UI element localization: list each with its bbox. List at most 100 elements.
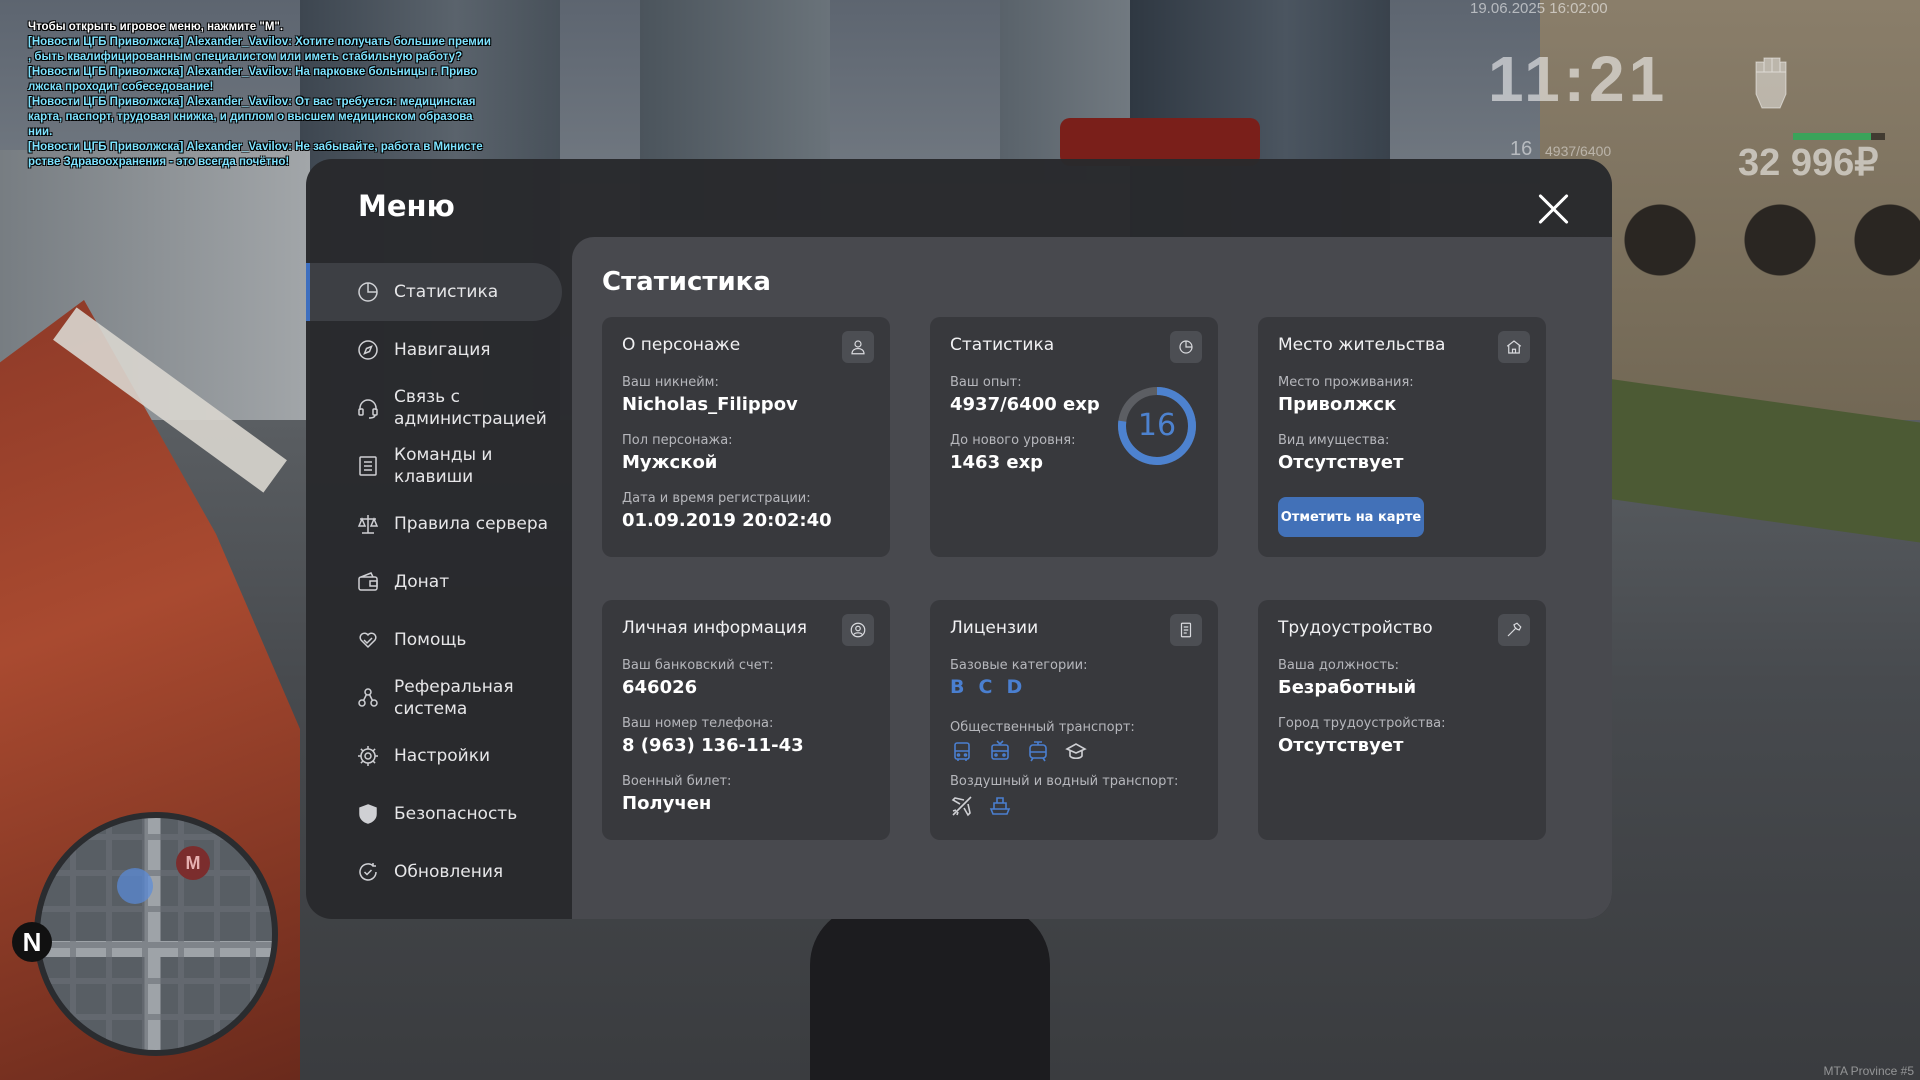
registration-label: Дата и время регистрации:	[622, 491, 811, 506]
exp-value: 4937/6400 exp	[950, 394, 1100, 415]
tram-icon	[1026, 740, 1050, 764]
phone-value: 8 (963) 136-11-43	[622, 735, 804, 756]
registration-value: 01.09.2019 20:02:40	[622, 510, 832, 531]
card-title: Статистика	[950, 335, 1055, 355]
residence-label: Место проживания:	[1278, 375, 1414, 390]
headset-icon	[356, 396, 380, 420]
boat-icon	[988, 794, 1012, 818]
close-button[interactable]	[1536, 192, 1570, 226]
sidebar-item-referral[interactable]: Реферальная система	[306, 669, 562, 727]
gear-icon	[356, 744, 380, 768]
residence-value: Приволжск	[1278, 394, 1397, 415]
card-licenses: Лицензии Базовые категории: B C D Общест…	[930, 600, 1218, 840]
chart-pie-icon	[356, 280, 380, 304]
chat-line: нии.	[28, 126, 53, 138]
military-value: Получен	[622, 793, 712, 814]
property-label: Вид имущества:	[1278, 433, 1390, 448]
base-categories-label: Базовые категории:	[950, 658, 1088, 673]
category-c: C	[978, 676, 993, 698]
next-level-value: 1463 exp	[950, 452, 1044, 473]
sidebar-item-label: Безопасность	[394, 804, 518, 824]
menu-title: Меню	[358, 189, 455, 223]
card-title: Трудоустройство	[1278, 618, 1433, 638]
sidebar-item-admin-contact[interactable]: Связь с администрацией	[306, 379, 562, 437]
chat-log: Чтобы открыть игровое меню, нажмите "M".…	[28, 20, 508, 170]
hammer-icon	[1498, 614, 1530, 646]
level-number: 16	[1137, 408, 1177, 443]
next-level-label: До нового уровня:	[950, 433, 1076, 448]
nickname-label: Ваш никнейм:	[622, 375, 719, 390]
sidebar-item-updates[interactable]: Обновления	[306, 843, 562, 901]
compass-icon	[356, 338, 380, 362]
chat-line: [Новости ЦГБ Приволжска] Alexander_Vavil…	[28, 36, 491, 48]
gender-label: Пол персонажа:	[622, 433, 733, 448]
bus-icon	[950, 740, 974, 764]
property-value: Отсутствует	[1278, 452, 1404, 473]
nickname-value: Nicholas_Filippov	[622, 394, 798, 415]
chat-line: карта, паспорт, трудовая книжка, и дипло…	[28, 111, 473, 123]
player-marker-icon	[117, 868, 153, 904]
sidebar-item-security[interactable]: Безопасность	[306, 785, 562, 843]
air-water-label: Воздушный и водный транспорт:	[950, 774, 1179, 789]
scales-icon	[356, 512, 380, 536]
chat-line: , быть квалифицированным специалистом ил…	[28, 51, 463, 63]
user-icon	[842, 331, 874, 363]
sidebar-item-statistics[interactable]: Статистика	[306, 263, 562, 321]
card-title: Место жительства	[1278, 335, 1446, 355]
refresh-check-icon	[356, 860, 380, 884]
position-label: Ваша должность:	[1278, 658, 1400, 673]
sidebar-item-help[interactable]: Помощь	[306, 611, 562, 669]
sidebar-item-label: Правила сервера	[394, 514, 549, 534]
chat-line: [Новости ЦГБ Приволжска] Alexander_Vavil…	[28, 96, 476, 108]
sidebar-item-label: Навигация	[394, 340, 491, 360]
airplane-icon	[950, 794, 974, 818]
position-value: Безработный	[1278, 677, 1417, 698]
sidebar-item-rules[interactable]: Правила сервера	[306, 495, 562, 553]
chart-pie-icon	[1170, 331, 1202, 363]
chat-line: [Новости ЦГБ Приволжска] Alexander_Vavil…	[28, 141, 483, 153]
card-employment: Трудоустройство Ваша должность: Безработ…	[1258, 600, 1546, 840]
chat-line: лжска проходит собеседование!	[28, 81, 214, 93]
driver-cap-icon	[1064, 740, 1088, 764]
sidebar: Статистика Навигация Связь с администрац…	[306, 263, 562, 901]
chat-line: Чтобы открыть игровое меню, нажмите "M".	[28, 21, 284, 33]
phone-label: Ваш номер телефона:	[622, 716, 774, 731]
fist-icon	[1748, 52, 1794, 110]
user-circle-icon	[842, 614, 874, 646]
document-icon	[1170, 614, 1202, 646]
list-icon	[356, 454, 380, 478]
card-character: О персонаже Ваш никнейм: Nicholas_Filipp…	[602, 317, 890, 557]
public-transport-label: Общественный транспорт:	[950, 720, 1135, 735]
sidebar-item-commands[interactable]: Команды и клавиши	[306, 437, 562, 495]
hud-level: 16	[1510, 138, 1533, 160]
trolleybus-icon	[988, 740, 1012, 764]
license-categories: B C D	[950, 676, 1022, 698]
card-statistics: Статистика Ваш опыт: 4937/6400 exp До но…	[930, 317, 1218, 557]
health-bar	[1793, 133, 1885, 140]
gender-value: Мужской	[622, 452, 718, 473]
sidebar-item-label: Помощь	[394, 630, 467, 650]
sidebar-item-settings[interactable]: Настройки	[306, 727, 562, 785]
hud-clock: 11:21	[1488, 43, 1669, 115]
sidebar-item-label: Реферальная система	[394, 677, 514, 719]
mark-on-map-button[interactable]: Отметить на карте	[1278, 497, 1424, 537]
sidebar-item-label: Настройки	[394, 746, 491, 766]
air-water-icons	[950, 794, 1012, 818]
bank-label: Ваш банковский счет:	[622, 658, 774, 673]
card-personal-info: Личная информация Ваш банковский счет: 6…	[602, 600, 890, 840]
card-residence: Место жительства Место проживания: Приво…	[1258, 317, 1546, 557]
chat-line: [Новости ЦГБ Приволжска] Alexander_Vavil…	[28, 66, 478, 78]
server-watermark: MTA Province #5	[1823, 1064, 1914, 1078]
sidebar-item-label: Связь с администрацией	[394, 387, 547, 429]
bank-value: 646026	[622, 677, 698, 698]
sidebar-item-label: Донат	[394, 572, 450, 592]
card-title: Личная информация	[622, 618, 808, 638]
category-b: B	[950, 676, 965, 698]
page-title: Статистика	[602, 267, 771, 297]
sidebar-item-label: Команды и клавиши	[394, 445, 493, 487]
sidebar-item-label: Обновления	[394, 862, 504, 882]
sidebar-item-navigation[interactable]: Навигация	[306, 321, 562, 379]
sidebar-item-donate[interactable]: Донат	[306, 553, 562, 611]
hud-exp: 4937/6400	[1545, 143, 1612, 159]
north-indicator: N	[12, 922, 52, 962]
